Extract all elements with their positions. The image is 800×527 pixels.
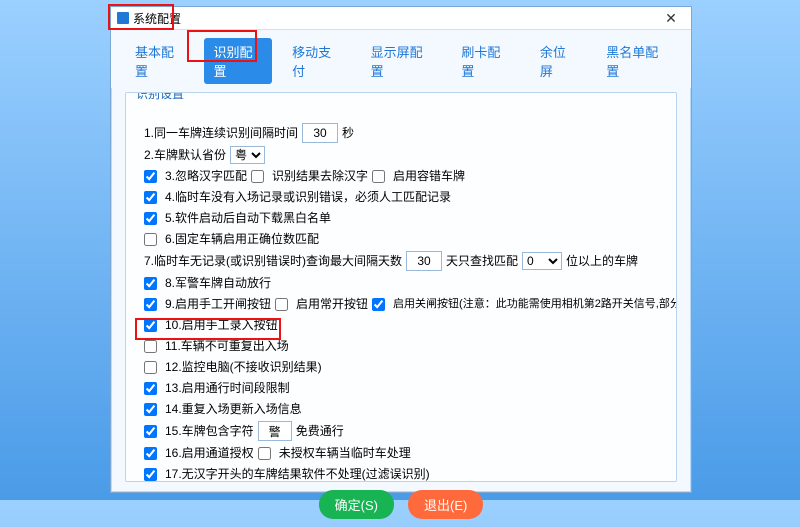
row-8: 8.军警车牌自动放行 <box>144 274 666 292</box>
row-7-match-select[interactable]: 0 <box>522 252 562 270</box>
row-10-checkbox[interactable] <box>144 319 157 332</box>
row-1: 1.同一车牌连续识别间隔时间 秒 <box>144 123 666 143</box>
row-13: 13.启用通行时间段限制 <box>144 379 666 397</box>
row-4: 4.临时车没有入场记录或识别错误，必须人工匹配记录 <box>144 188 666 206</box>
row-8-checkbox[interactable] <box>144 277 157 290</box>
row-7-label-c: 位以上的车牌 <box>566 252 638 270</box>
row-6-label: 6.固定车辆启用正确位数匹配 <box>165 230 319 248</box>
row-9-sub1-checkbox[interactable] <box>275 298 288 311</box>
row-9-sub1-label: 启用常开按钮 <box>296 295 368 313</box>
row-15-label-a: 15.车牌包含字符 <box>165 422 254 440</box>
row-11-checkbox[interactable] <box>144 340 157 353</box>
row-8-label: 8.军警车牌自动放行 <box>165 274 271 292</box>
row-5-checkbox[interactable] <box>144 212 157 225</box>
row-1-label-b: 秒 <box>342 124 354 142</box>
tab-card[interactable]: 刷卡配置 <box>451 38 520 84</box>
tab-recognition[interactable]: 识别配置 <box>204 38 273 84</box>
row-5-label: 5.软件启动后自动下载黑白名单 <box>165 209 331 227</box>
recognition-settings-fieldset: 识别设置 1.同一车牌连续识别间隔时间 秒 2.车牌默认省份 粤 3.忽略汉字匹… <box>125 92 677 482</box>
row-14: 14.重复入场更新入场信息 <box>144 400 666 418</box>
tab-remaining[interactable]: 余位屏 <box>530 38 586 84</box>
row-2-label: 2.车牌默认省份 <box>144 146 226 164</box>
row-16-label: 16.启用通道授权 <box>165 444 254 462</box>
row-6-checkbox[interactable] <box>144 233 157 246</box>
row-15-char-input[interactable] <box>258 421 292 441</box>
tab-display[interactable]: 显示屏配置 <box>361 38 442 84</box>
tab-blacklist[interactable]: 黑名单配置 <box>596 38 677 84</box>
row-15: 15.车牌包含字符 免费通行 <box>144 421 666 441</box>
row-17-label: 17.无汉字开头的车牌结果软件不处理(过滤误识别) <box>165 465 430 482</box>
row-9-sub2-label: 启用关闸按钮(注意：此功能需使用相机第2路开关信号,部分相机支持) <box>393 295 677 313</box>
row-12-label: 12.监控电脑(不接收识别结果) <box>165 358 322 376</box>
row-9-label: 9.启用手工开闸按钮 <box>165 295 271 313</box>
row-7: 7.临时车无记录(或识别错误时)查询最大间隔天数 天只查找匹配 0 位以上的车牌 <box>144 251 666 271</box>
row-15-label-b: 免费通行 <box>296 422 344 440</box>
exit-button[interactable]: 退出(E) <box>408 490 483 519</box>
tab-basic[interactable]: 基本配置 <box>125 38 194 84</box>
row-2: 2.车牌默认省份 粤 <box>144 146 666 164</box>
row-9: 9.启用手工开闸按钮 启用常开按钮 启用关闸按钮(注意：此功能需使用相机第2路开… <box>144 295 666 313</box>
close-button[interactable]: ✕ <box>657 10 685 27</box>
row-3-label: 3.忽略汉字匹配 <box>165 167 247 185</box>
app-icon <box>117 12 129 24</box>
row-9-checkbox[interactable] <box>144 298 157 311</box>
row-15-checkbox[interactable] <box>144 425 157 438</box>
row-1-label-a: 1.同一车牌连续识别间隔时间 <box>144 124 298 142</box>
window-title: 系统配置 <box>133 10 657 27</box>
row-7-label-a: 7.临时车无记录(或识别错误时)查询最大间隔天数 <box>144 252 402 270</box>
row-12-checkbox[interactable] <box>144 361 157 374</box>
row-10: 10.启用手工录入按钮 <box>144 316 666 334</box>
row-11-label: 11.车辆不可重复出入场 <box>165 337 289 355</box>
row-12: 12.监控电脑(不接收识别结果) <box>144 358 666 376</box>
row-6: 6.固定车辆启用正确位数匹配 <box>144 230 666 248</box>
row-16: 16.启用通道授权 未授权车辆当临时车处理 <box>144 444 666 462</box>
row-5: 5.软件启动后自动下载黑白名单 <box>144 209 666 227</box>
row-3-sub1-checkbox[interactable] <box>251 170 264 183</box>
row-13-checkbox[interactable] <box>144 382 157 395</box>
row-3-sub2-checkbox[interactable] <box>372 170 385 183</box>
row-16-sub1-label: 未授权车辆当临时车处理 <box>279 444 411 462</box>
row-14-checkbox[interactable] <box>144 403 157 416</box>
row-16-checkbox[interactable] <box>144 447 157 460</box>
row-2-province-select[interactable]: 粤 <box>230 146 265 164</box>
row-14-label: 14.重复入场更新入场信息 <box>165 400 302 418</box>
fieldset-legend: 识别设置 <box>132 92 188 102</box>
row-17-checkbox[interactable] <box>144 468 157 481</box>
row-11: 11.车辆不可重复出入场 <box>144 337 666 355</box>
row-1-interval-input[interactable] <box>302 123 338 143</box>
row-13-label: 13.启用通行时间段限制 <box>165 379 290 397</box>
tab-bar: 基本配置 识别配置 移动支付 显示屏配置 刷卡配置 余位屏 黑名单配置 <box>111 30 691 88</box>
row-4-checkbox[interactable] <box>144 191 157 204</box>
row-3-sub2-label: 启用容错车牌 <box>393 167 465 185</box>
row-3: 3.忽略汉字匹配 识别结果去除汉字 启用容错车牌 <box>144 167 666 185</box>
row-16-sub1-checkbox[interactable] <box>258 447 271 460</box>
button-bar: 确定(S) 退出(E) <box>111 482 691 527</box>
system-config-dialog: 系统配置 ✕ 基本配置 识别配置 移动支付 显示屏配置 刷卡配置 余位屏 黑名单… <box>110 6 692 493</box>
row-10-label: 10.启用手工录入按钮 <box>165 316 278 334</box>
ok-button[interactable]: 确定(S) <box>319 490 394 519</box>
row-7-days-input[interactable] <box>406 251 442 271</box>
title-bar: 系统配置 ✕ <box>111 7 691 30</box>
row-3-checkbox[interactable] <box>144 170 157 183</box>
row-17: 17.无汉字开头的车牌结果软件不处理(过滤误识别) <box>144 465 666 482</box>
row-9-sub2-checkbox[interactable] <box>372 298 385 311</box>
row-3-sub1-label: 识别结果去除汉字 <box>272 167 368 185</box>
row-4-label: 4.临时车没有入场记录或识别错误，必须人工匹配记录 <box>165 188 451 206</box>
tab-mobile-pay[interactable]: 移动支付 <box>282 38 351 84</box>
row-7-label-b: 天只查找匹配 <box>446 252 518 270</box>
